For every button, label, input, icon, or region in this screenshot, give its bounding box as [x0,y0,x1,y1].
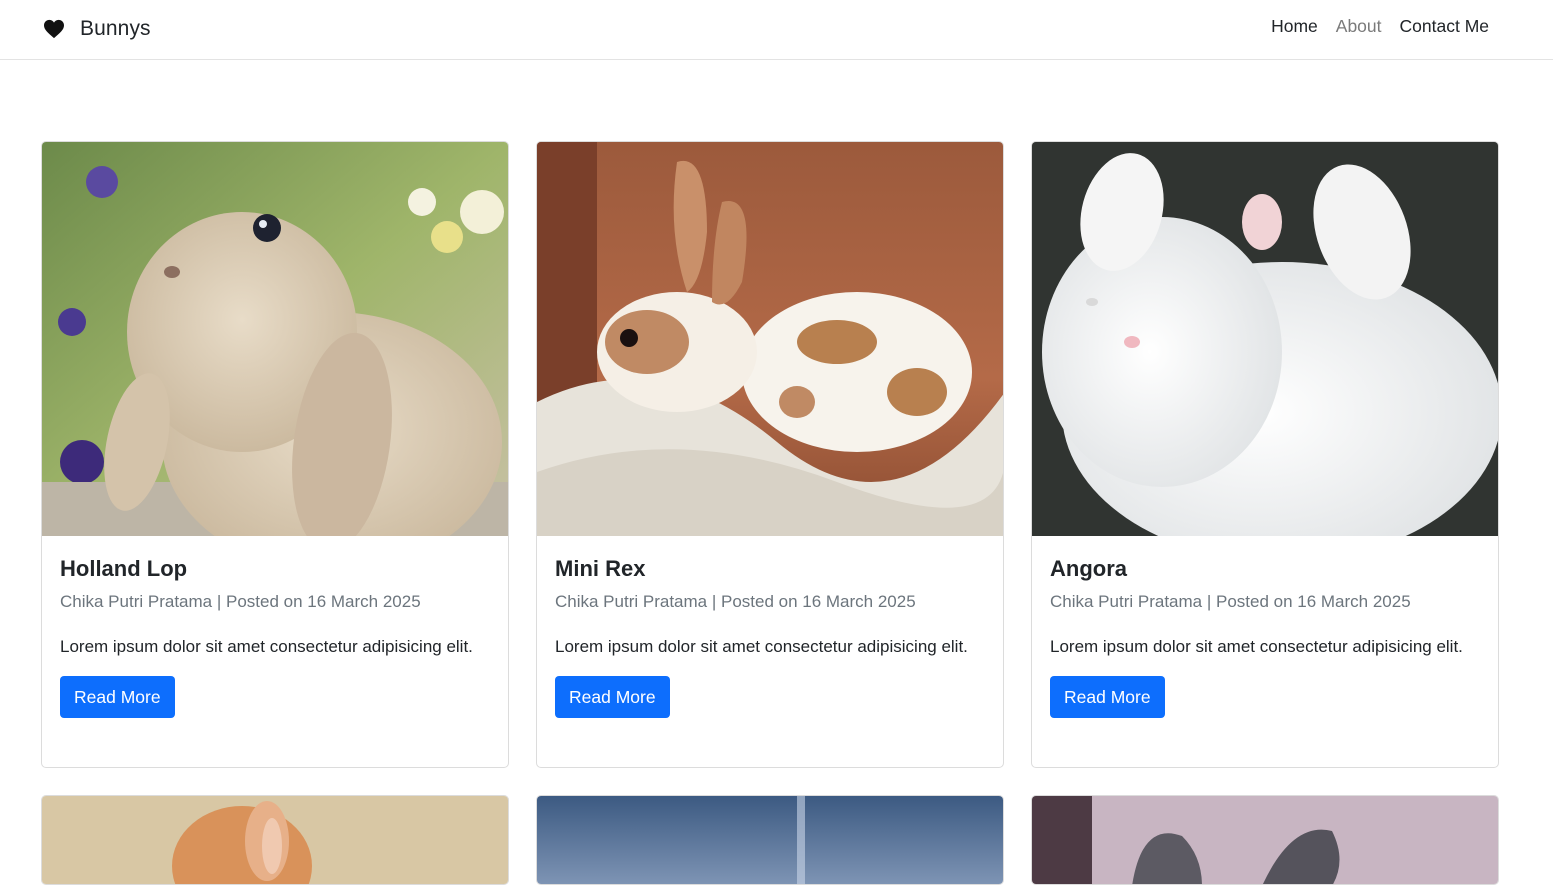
card-title: Holland Lop [60,556,188,581]
card-meta: Chika Putri Pratama | Posted on 16 March… [1050,592,1411,611]
read-more-button[interactable]: Read More [1050,676,1165,718]
brand[interactable]: Bunnys [43,14,151,44]
card-image-row2-1 [42,796,508,884]
card-body: Holland Lop Chika Putri Pratama | Posted… [42,536,508,718]
card-body: Angora Chika Putri Pratama | Posted on 1… [1032,536,1498,718]
read-more-button[interactable]: Read More [555,676,670,718]
read-more-button[interactable]: Read More [60,676,175,718]
card-image-mini-rex [537,142,1003,536]
card-title: Mini Rex [555,556,646,581]
card-image-holland-lop [42,142,508,536]
card-image-row2-3 [1032,796,1498,884]
nav-home[interactable]: Home [1271,16,1318,37]
navbar: Bunnys Home About Contact Me [0,0,1553,60]
card-meta: Chika Putri Pratama | Posted on 16 March… [60,592,421,611]
card-description: Lorem ipsum dolor sit amet consectetur a… [555,637,968,656]
card-title: Angora [1050,556,1127,581]
card-body: Mini Rex Chika Putri Pratama | Posted on… [537,536,1003,718]
card-image-row2-2 [537,796,1003,884]
card-row2-3 [1031,795,1499,885]
card-holland-lop: Holland Lop Chika Putri Pratama | Posted… [41,141,509,768]
card-description: Lorem ipsum dolor sit amet consectetur a… [60,637,473,656]
brand-name: Bunnys [80,17,151,40]
card-meta: Chika Putri Pratama | Posted on 16 March… [555,592,916,611]
nav-contact-me[interactable]: Contact Me [1400,16,1489,37]
card-angora: Angora Chika Putri Pratama | Posted on 1… [1031,141,1499,768]
nav-links: Home About Contact Me [1271,16,1489,37]
card-row2-1 [41,795,509,885]
nav-about[interactable]: About [1336,16,1382,37]
card-mini-rex: Mini Rex Chika Putri Pratama | Posted on… [536,141,1004,768]
card-image-angora [1032,142,1498,536]
heart-icon [43,19,65,39]
card-row2-2 [536,795,1004,885]
card-grid: Holland Lop Chika Putri Pratama | Posted… [41,141,1499,885]
card-description: Lorem ipsum dolor sit amet consectetur a… [1050,637,1463,656]
